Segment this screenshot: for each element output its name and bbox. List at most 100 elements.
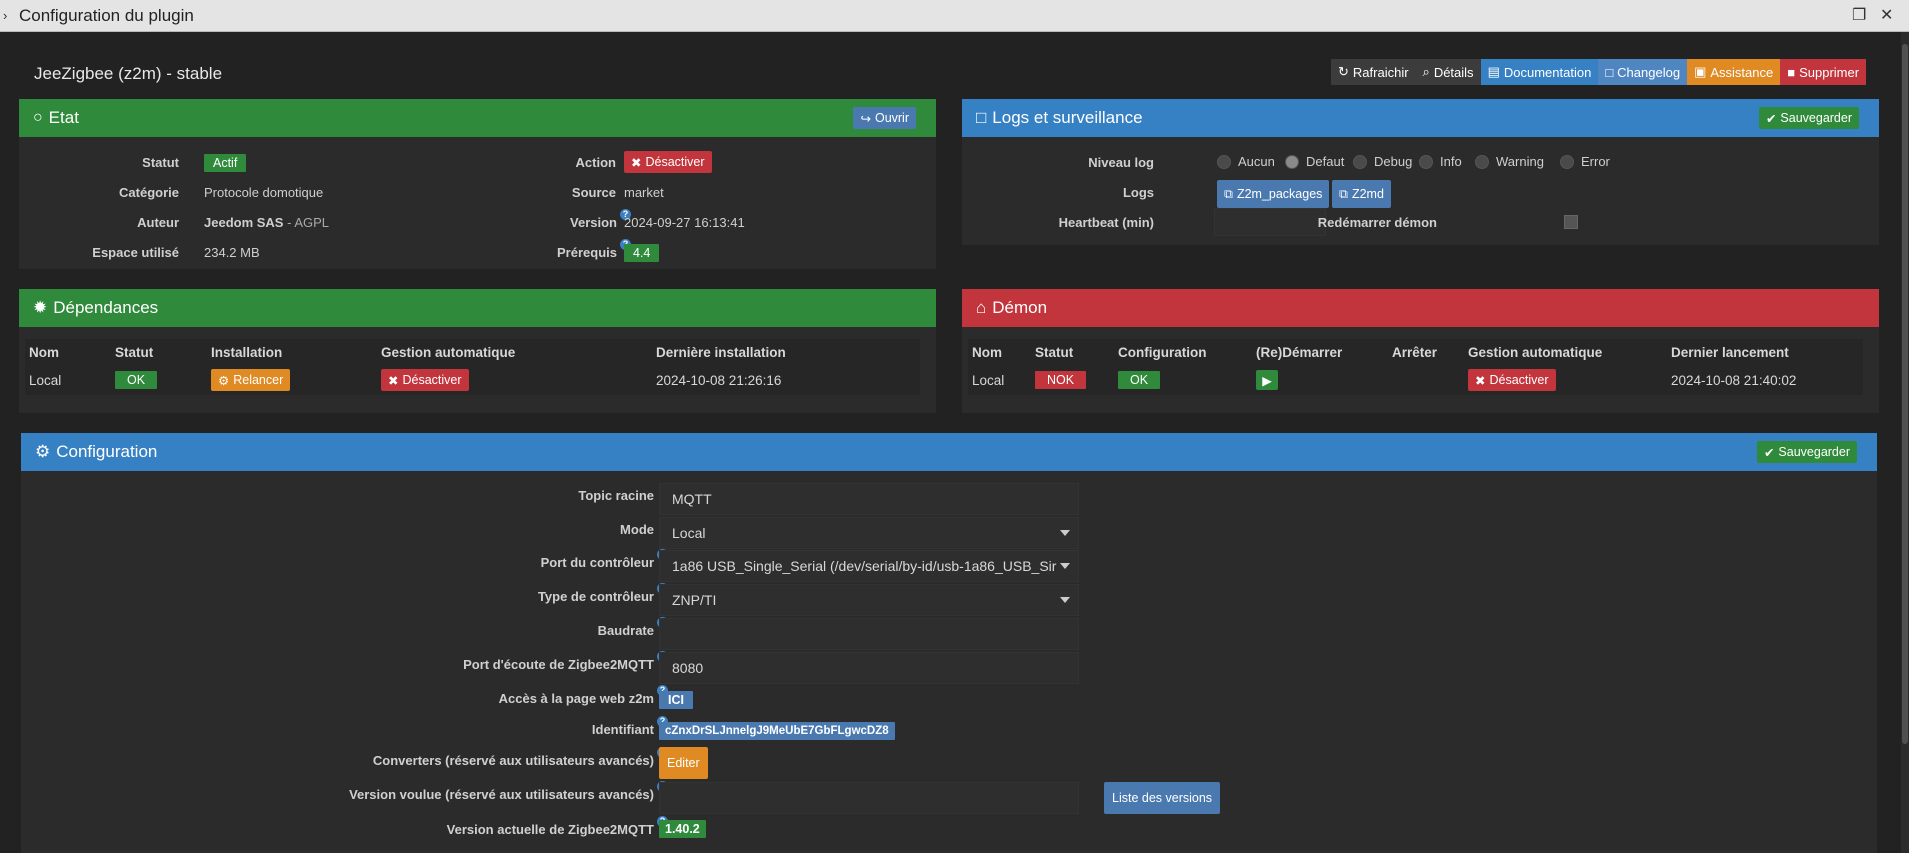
topic-label: Topic racine xyxy=(578,488,654,503)
version-voulue-input[interactable] xyxy=(659,782,1079,814)
log-z2md-button[interactable]: ⧉ Z2md xyxy=(1332,180,1391,208)
radio-defaut[interactable] xyxy=(1285,154,1299,169)
play-icon: ▶ xyxy=(1262,373,1272,388)
statut-badge: Actif xyxy=(204,154,247,172)
trash-icon: ■ xyxy=(1787,64,1796,80)
desactiver-button[interactable]: ✖ Désactiver xyxy=(624,151,712,173)
log-z2m-packages-button[interactable]: ⧉ Z2m_packages xyxy=(1217,180,1330,208)
configuration-panel: ⚙ Configuration ✔ Sauvegarder Topic racin… xyxy=(21,433,1877,853)
demon-header-config: Configuration xyxy=(1118,345,1207,360)
log-level-aucun[interactable]: Aucun xyxy=(1217,154,1275,169)
demon-header-dernier: Dernier lancement xyxy=(1671,345,1789,360)
editer-button[interactable]: Editer xyxy=(659,747,708,779)
assistance-button[interactable]: ▣ Assistance xyxy=(1687,59,1781,85)
web-ici-button[interactable]: ICI xyxy=(659,691,693,709)
identifiant-value: cZnxDrSLJnnelgJ9MeUbE7GbFLgwcDZ8 xyxy=(659,722,895,740)
etat-title: Etat xyxy=(48,108,79,127)
log-level-warning[interactable]: Warning xyxy=(1475,154,1544,169)
configuration-header: ⚙ Configuration ✔ Sauvegarder xyxy=(21,433,1877,471)
baudrate-input[interactable] xyxy=(659,618,1079,650)
deps-header-nom: Nom xyxy=(29,345,59,360)
ecoute-input[interactable]: 8080 xyxy=(659,652,1079,684)
demon-title: Démon xyxy=(992,298,1048,317)
deps-desactiver-button[interactable]: ✖ Désactiver xyxy=(381,369,469,391)
config-save-button[interactable]: ✔ Sauvegarder xyxy=(1756,441,1857,463)
dependances-panel: ✹ Dépendances Nom Statut Installation Ge… xyxy=(19,289,936,413)
demon-header-demarrer: (Re)Démarrer xyxy=(1256,345,1343,360)
scrollbar-thumb[interactable] xyxy=(1902,44,1908,744)
log-level-error[interactable]: Error xyxy=(1560,154,1610,169)
deps-header-installation: Installation xyxy=(211,345,283,360)
bank-icon: ⌂ xyxy=(976,298,987,317)
play-button[interactable]: ▶ xyxy=(1256,370,1278,390)
changelog-button[interactable]: □ Changelog xyxy=(1598,59,1688,85)
logs-label: Logs xyxy=(1122,185,1154,200)
etat-panel: ○ Etat ↪ Ouvrir Statut Actif Catégorie Pr… xyxy=(19,99,936,269)
check-circle-icon: ✔ xyxy=(1765,111,1777,126)
chevron-right-icon[interactable]: › xyxy=(3,8,17,23)
close-icon[interactable]: ✕ xyxy=(1880,5,1893,25)
restore-icon[interactable]: ❐ xyxy=(1852,5,1866,25)
radio-debug[interactable] xyxy=(1353,154,1367,169)
radio-error[interactable] xyxy=(1560,154,1574,169)
deps-table: Nom Statut Installation Gestion automati… xyxy=(25,339,920,395)
version-label: Version? xyxy=(471,209,631,230)
deps-row-last: 2024-10-08 21:26:16 xyxy=(656,373,782,388)
auteur-value: Jeedom SAS - AGPL xyxy=(204,215,329,230)
open-button[interactable]: ↪ Ouvrir xyxy=(853,107,916,129)
log-level-info[interactable]: Info xyxy=(1419,154,1462,169)
documentation-button[interactable]: ▤ Documentation xyxy=(1480,59,1599,85)
auteur-license: - AGPL xyxy=(283,215,330,230)
type-label: Type de contrôleur? xyxy=(268,583,668,604)
chevron-down-icon xyxy=(1060,563,1070,569)
search-icon: ⌕ xyxy=(1422,64,1430,79)
auteur-label: Auteur xyxy=(137,215,179,230)
radio-aucun[interactable] xyxy=(1217,154,1231,169)
port-label: Port du contrôleur? xyxy=(268,549,668,570)
type-select[interactable]: ZNP/TI xyxy=(659,584,1079,616)
relancer-button[interactable]: ⚙ Relancer xyxy=(211,369,291,391)
log-level-debug[interactable]: Debug xyxy=(1353,154,1412,169)
logs-title: Logs et surveillance xyxy=(992,108,1143,127)
radio-warning[interactable] xyxy=(1475,154,1489,169)
deps-status-badge: OK xyxy=(115,371,158,389)
niveau-log-label: Niveau log xyxy=(1088,155,1154,170)
scrollbar[interactable] xyxy=(1901,32,1909,853)
close-icon: ✖ xyxy=(388,373,399,388)
restart-daemon-checkbox[interactable] xyxy=(1564,215,1578,229)
liste-versions-button[interactable]: Liste des versions xyxy=(1104,782,1221,814)
version-value: 2024-09-27 16:13:41 xyxy=(624,215,745,230)
radio-info[interactable] xyxy=(1419,154,1433,169)
refresh-button[interactable]: ↻ Rafraichir xyxy=(1331,59,1416,85)
mode-select[interactable]: Local xyxy=(659,517,1079,549)
topic-input[interactable]: MQTT xyxy=(659,483,1079,515)
logs-save-button[interactable]: ✔ Sauvegarder xyxy=(1758,107,1859,129)
port-select[interactable]: 1a86 USB_Single_Serial (/dev/serial/by-i… xyxy=(659,550,1079,582)
mode-label: Mode xyxy=(620,522,654,537)
demon-header-nom: Nom xyxy=(972,345,1002,360)
deps-row-nom: Local xyxy=(29,373,62,388)
baudrate-label: Baudrate? xyxy=(268,617,668,638)
demon-desactiver-button[interactable]: ✖ Désactiver xyxy=(1468,369,1556,391)
refresh-circle-icon: ○ xyxy=(33,109,43,126)
delete-button[interactable]: ■ Supprimer xyxy=(1780,59,1867,85)
web-label: Accès à la page web z2m? xyxy=(268,685,668,706)
source-value: market xyxy=(624,185,664,200)
categorie-label: Catégorie xyxy=(119,185,179,200)
prerequis-badge: 4.4 xyxy=(624,244,660,262)
logs-header: □ Logs et surveillance ✔ Sauvegarder xyxy=(962,99,1879,137)
demon-config-badge: OK xyxy=(1118,371,1161,389)
details-button[interactable]: ⌕ Détails xyxy=(1415,59,1481,85)
gears-icon: ⚙ xyxy=(35,442,51,461)
heartbeat-label: Heartbeat (min) xyxy=(1058,215,1154,230)
window-title: Configuration du plugin xyxy=(19,5,194,25)
version-actuelle-badge: 1.40.2 xyxy=(659,820,706,838)
file-icon: □ xyxy=(1605,64,1614,80)
log-level-defaut[interactable]: Defaut xyxy=(1285,154,1344,169)
demon-header: ⌂ Démon xyxy=(962,289,1879,327)
espace-value: 234.2 MB xyxy=(204,245,260,260)
demon-header-gestion: Gestion automatique xyxy=(1468,345,1603,360)
paperclip-icon: ⧉ xyxy=(1224,186,1233,201)
deps-header-gestion: Gestion automatique xyxy=(381,345,516,360)
demon-header-statut: Statut xyxy=(1035,345,1074,360)
